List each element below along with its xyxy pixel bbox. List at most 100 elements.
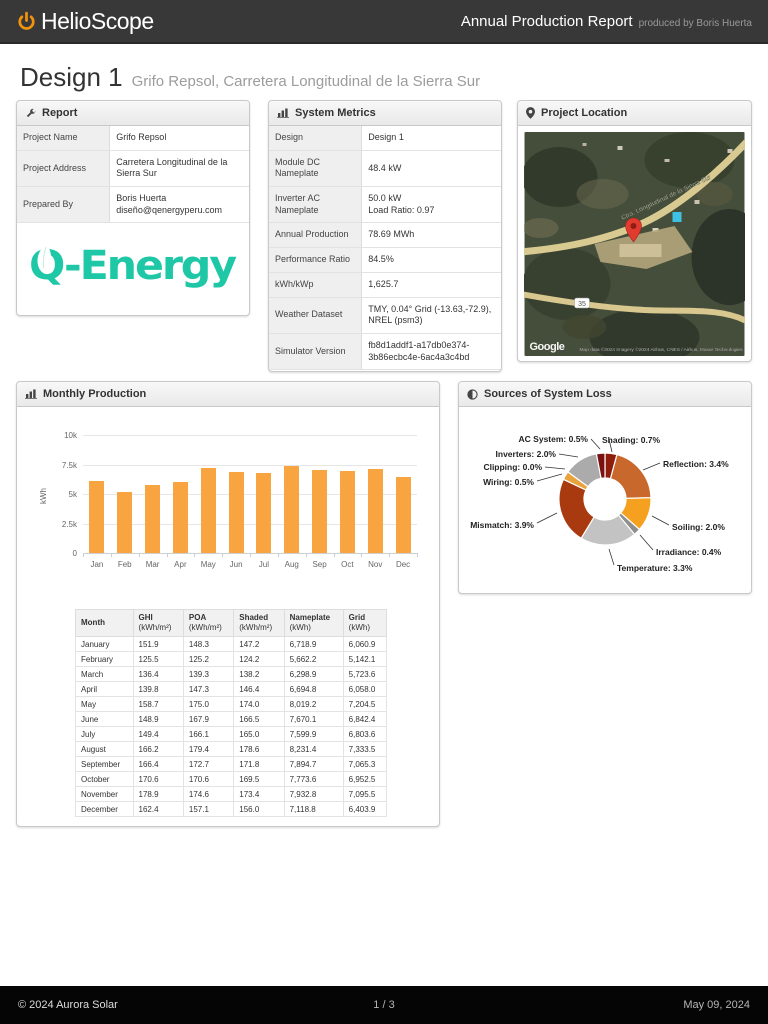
table-row: October 170.6 170.6 169.5 7,773.6 6,952.5 bbox=[75, 771, 388, 787]
donut-label-inverters: Inverters: 2.0% bbox=[496, 449, 557, 459]
satellite-map: 35 Ctra. Longitudinal de la Sierra Sur G… bbox=[524, 132, 745, 356]
produced-by: produced by Boris Huerta bbox=[638, 17, 752, 29]
wrench-icon bbox=[26, 108, 36, 117]
project-location-title: Project Location bbox=[541, 107, 628, 119]
power-icon bbox=[18, 11, 35, 30]
donut-label-reflection: Reflection: 3.4% bbox=[663, 459, 729, 469]
bar-Apr bbox=[172, 481, 188, 553]
table-row: February 125.5 125.2 124.2 5,662.2 5,142.1 bbox=[75, 651, 388, 667]
bar-Oct bbox=[339, 470, 355, 553]
y-axis-tick: 0 bbox=[72, 549, 77, 558]
info-row: Performance Ratio 84.5% bbox=[269, 247, 501, 273]
donut-label-soiling: Soiling: 2.0% bbox=[672, 522, 725, 532]
x-axis-tick: May bbox=[200, 560, 216, 569]
route-shield-label: 35 bbox=[578, 301, 586, 308]
company-logo: Q-Energy bbox=[17, 223, 249, 303]
helioscope-logo: HelioScope bbox=[16, 8, 154, 35]
info-row: Prepared By Boris Huerta diseño@qenergyper… bbox=[17, 186, 249, 224]
x-axis-tick: Dec bbox=[395, 560, 411, 569]
bar-Jun bbox=[228, 472, 244, 553]
system-loss-panel: Sources of System Loss Shading: 0.7% Refl… bbox=[458, 381, 752, 594]
table-row: May 158.7 175.0 174.0 8,019.2 7,204.5 bbox=[75, 696, 388, 712]
donut-label-temperature: Temperature: 3.3% bbox=[617, 563, 693, 573]
table-row: June 148.9 167.9 166.5 7,670.1 6,842.4 bbox=[75, 711, 388, 727]
monthly-production-chart: 0 2.5k 5k 7.5k 10k kWh Jan Feb Mar Apr May Jun Jul Au… bbox=[17, 407, 439, 603]
column-header: Grid (kWh) bbox=[342, 609, 388, 637]
report-panel-title: Report bbox=[42, 107, 78, 119]
column-header: Nameplate (kWh) bbox=[283, 609, 344, 637]
bar-chart-icon bbox=[277, 108, 289, 118]
bar-May bbox=[200, 467, 216, 553]
bar-Nov bbox=[367, 469, 383, 553]
column-header: GHI (kWh/m²) bbox=[132, 609, 184, 637]
monthly-production-title: Monthly Production bbox=[43, 388, 147, 400]
half-circle-icon bbox=[467, 388, 478, 400]
info-row: Project Name Grifo Repsol bbox=[17, 126, 249, 151]
info-row: Inverter AC Nameplate 50.0 kW Load Ratio: … bbox=[269, 186, 501, 224]
bar-Feb bbox=[117, 492, 133, 553]
report-title: Annual Production Report bbox=[460, 12, 633, 30]
x-axis-tick: Jan bbox=[90, 560, 104, 569]
system-loss-donut-chart: Shading: 0.7% Reflection: 3.4% Soiling: 2.… bbox=[470, 434, 729, 573]
x-axis-tick: Aug bbox=[284, 560, 299, 569]
monthly-production-table: Month GHI (kWh/m²) POA (kWh/m²) Shaded (kWh/m²… bbox=[75, 609, 388, 817]
bar-Aug bbox=[284, 466, 300, 553]
donut-label-clipping: Clipping: 0.0% bbox=[483, 462, 542, 472]
info-row: kWh/kWp 1,625.7 bbox=[269, 272, 501, 298]
x-axis-tick: Sep bbox=[312, 560, 327, 569]
x-axis-tick: Apr bbox=[174, 560, 187, 569]
column-header: POA (kWh/m²) bbox=[182, 609, 235, 637]
donut-label-wiring: Wiring: 0.5% bbox=[483, 477, 534, 487]
x-axis-tick: Nov bbox=[368, 560, 383, 569]
top-bar: HelioScope Annual Production Report prod… bbox=[0, 0, 768, 44]
x-axis-tick: Jun bbox=[229, 560, 243, 569]
page-subtitle: Grifo Repsol, Carretera Longitudinal de … bbox=[131, 73, 481, 90]
y-axis-tick: 7.5k bbox=[61, 460, 77, 470]
report-panel: Report Project Name Grifo Repsol Project A… bbox=[16, 100, 250, 316]
bar-chart-icon bbox=[25, 389, 37, 399]
system-metrics-panel: System Metrics Design Design 1 Module DC N… bbox=[268, 100, 502, 372]
bar-Dec bbox=[395, 477, 411, 553]
table-row: August 166.2 179.4 178.6 8,231.4 7,333.5 bbox=[75, 741, 388, 757]
x-axis-tick: Jul bbox=[258, 560, 270, 569]
bar-Jan bbox=[89, 481, 105, 553]
page-footer: © 2024 Aurora Solar 1 / 3 May 09, 2024 bbox=[0, 986, 768, 1024]
column-header: Month bbox=[75, 609, 134, 637]
project-location-panel: Project Location 35 Ctra. Longitudinal d… bbox=[517, 100, 752, 362]
system-loss-title: Sources of System Loss bbox=[484, 388, 612, 400]
system-metrics-title: System Metrics bbox=[295, 107, 376, 119]
metrics-info-table: Design Design 1 Module DC Nameplate 48.4 kW… bbox=[269, 126, 501, 371]
table-row: January 151.9 148.3 147.2 6,718.9 6,060.9 bbox=[75, 636, 388, 652]
y-axis-tick: 10k bbox=[64, 431, 77, 440]
bar-Jul bbox=[256, 472, 272, 553]
table-row: July 149.4 166.1 165.0 7,599.9 6,803.6 bbox=[75, 726, 388, 742]
info-row: Module DC Nameplate 48.4 kW bbox=[269, 150, 501, 188]
monthly-production-panel: Monthly Production 0 2.5k 5k 7.5k 10k kWh Jan F… bbox=[16, 381, 440, 827]
route-shield: 35 bbox=[574, 297, 590, 309]
x-axis-tick: Feb bbox=[117, 560, 132, 569]
pool bbox=[672, 212, 682, 222]
google-logo: Google bbox=[530, 341, 565, 353]
map-pin-icon bbox=[526, 107, 535, 119]
donut-label-shading: Shading: 0.7% bbox=[602, 435, 661, 445]
donut-label-irradiance: Irradiance: 0.4% bbox=[656, 547, 722, 557]
donut-slice-reflection bbox=[609, 453, 652, 500]
donut-label-ac-system: AC System: 0.5% bbox=[519, 434, 589, 444]
x-axis-tick: Mar bbox=[145, 560, 160, 569]
footer-copyright: © 2024 Aurora Solar bbox=[18, 999, 118, 1011]
info-row: Annual Production 78.69 MWh bbox=[269, 222, 501, 249]
y-axis-label: kWh bbox=[39, 488, 48, 504]
bar-Mar bbox=[145, 485, 161, 553]
report-info-table: Project Name Grifo Repsol Project Address C… bbox=[17, 126, 249, 224]
bar-Sep bbox=[312, 469, 328, 553]
x-axis-tick: Oct bbox=[341, 560, 354, 569]
logo-text: HelioScope bbox=[41, 7, 154, 34]
table-row: December 162.4 157.1 156.0 7,118.8 6,403.9 bbox=[75, 801, 388, 817]
info-row: Simulator Version fb8d1addf1-a17db0e374-3… bbox=[269, 333, 501, 371]
qenergy-logo-text: Q-Energy bbox=[29, 243, 237, 289]
donut-label-mismatch: Mismatch: 3.9% bbox=[470, 520, 534, 530]
y-axis-tick: 2.5k bbox=[61, 519, 77, 529]
map-attribution: Map data ©2024 Imagery ©2024 Airbus, CNE… bbox=[580, 346, 744, 353]
footer-date: May 09, 2024 bbox=[683, 999, 750, 1011]
page-title: Design 1 bbox=[20, 62, 123, 92]
